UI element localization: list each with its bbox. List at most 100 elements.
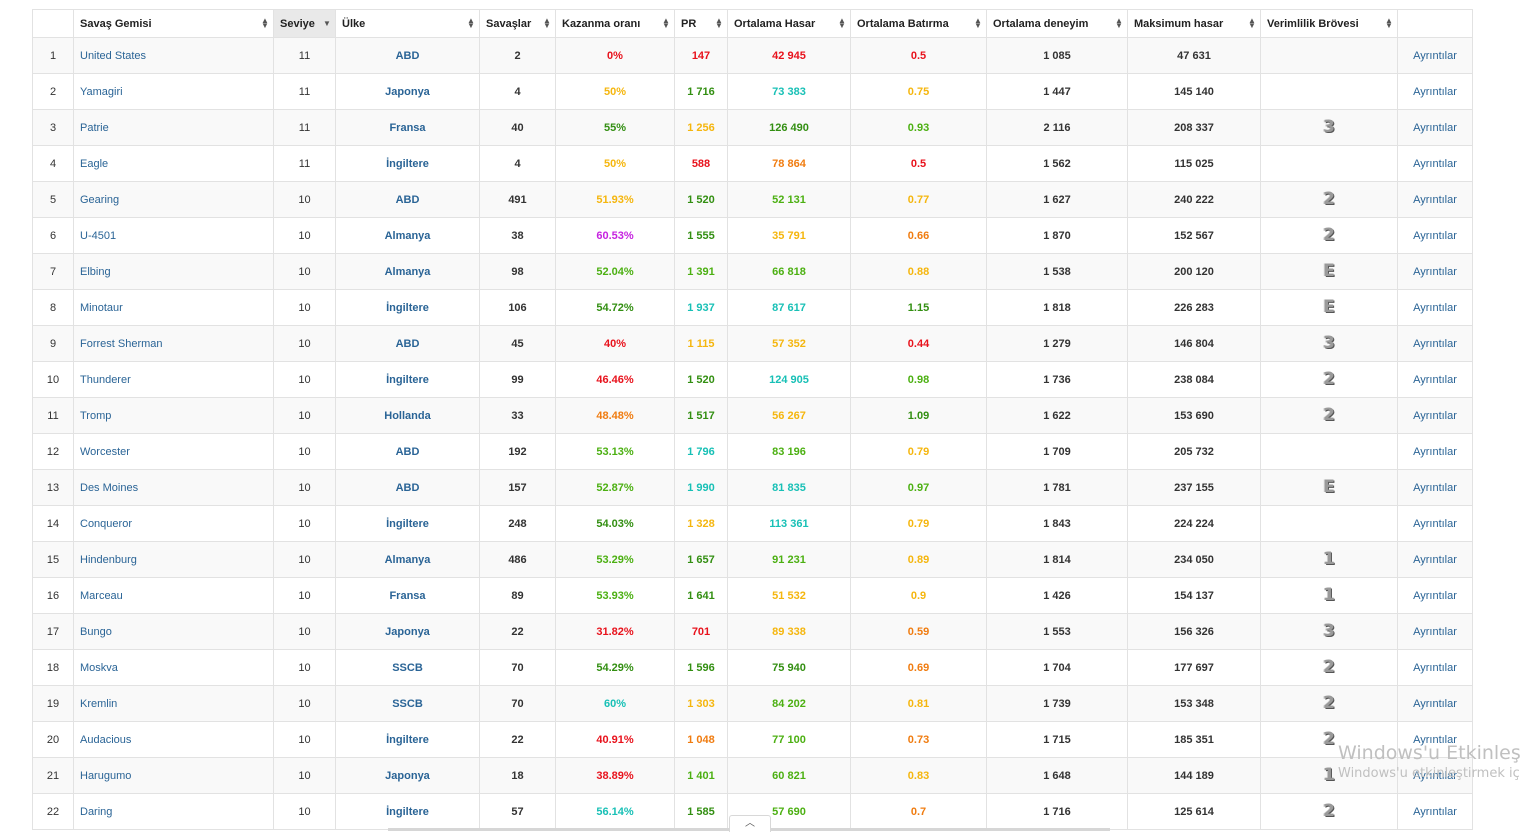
ship-name-link[interactable]: Audacious bbox=[73, 721, 274, 758]
ship-name-link[interactable]: Thunderer bbox=[73, 361, 274, 398]
ship-name-link[interactable]: Daring bbox=[73, 793, 274, 830]
ship-name-link[interactable]: Moskva bbox=[73, 649, 274, 686]
details-link[interactable]: Ayrıntılar bbox=[1397, 397, 1473, 434]
avg-xp-cell: 2 116 bbox=[986, 109, 1128, 146]
pr-cell: 1 585 bbox=[674, 793, 728, 830]
watermark-title: Windows'u Etkinleştir bbox=[1338, 742, 1521, 764]
avg-damage-cell: 89 338 bbox=[727, 613, 851, 650]
battles-cell: 89 bbox=[479, 577, 556, 614]
details-link[interactable]: Ayrıntılar bbox=[1397, 217, 1473, 254]
mastery-badge-cell: E bbox=[1260, 253, 1398, 290]
details-link[interactable]: Ayrıntılar bbox=[1397, 541, 1473, 578]
details-link[interactable]: Ayrıntılar bbox=[1397, 109, 1473, 146]
max-damage-cell: 185 351 bbox=[1127, 721, 1261, 758]
col-ship-header[interactable]: Savaş Gemisi ▲ ▼ bbox=[73, 9, 274, 38]
scroll-to-top-button[interactable]: ︿ bbox=[729, 815, 771, 832]
battles-cell: 57 bbox=[479, 793, 556, 830]
max-damage-cell: 208 337 bbox=[1127, 109, 1261, 146]
battles-cell: 70 bbox=[479, 649, 556, 686]
pr-cell: 1 641 bbox=[674, 577, 728, 614]
details-link[interactable]: Ayrıntılar bbox=[1397, 649, 1473, 686]
avg-damage-cell: 91 231 bbox=[727, 541, 851, 578]
details-link[interactable]: Ayrıntılar bbox=[1397, 253, 1473, 290]
details-link[interactable]: Ayrıntılar bbox=[1397, 325, 1473, 362]
avg-xp-cell: 1 870 bbox=[986, 217, 1128, 254]
avg-damage-cell: 51 532 bbox=[727, 577, 851, 614]
ship-name-link[interactable]: United States bbox=[73, 37, 274, 74]
details-link[interactable]: Ayrıntılar bbox=[1397, 613, 1473, 650]
ship-name-link[interactable]: Bungo bbox=[73, 613, 274, 650]
ship-name-link[interactable]: Conqueror bbox=[73, 505, 274, 542]
max-damage-cell: 145 140 bbox=[1127, 73, 1261, 110]
col-avg-kills-header[interactable]: Ortalama Batırma ▲ ▼ bbox=[850, 9, 987, 38]
row-index: 14 bbox=[32, 505, 74, 542]
ship-name-link[interactable]: Yamagiri bbox=[73, 73, 274, 110]
sort-desc-icon: ▼ bbox=[323, 19, 331, 28]
pr-cell: 1 391 bbox=[674, 253, 728, 290]
details-link[interactable]: Ayrıntılar bbox=[1397, 577, 1473, 614]
battles-cell: 45 bbox=[479, 325, 556, 362]
ship-name-link[interactable]: Elbing bbox=[73, 253, 274, 290]
col-max-damage-header[interactable]: Maksimum hasar ▲ ▼ bbox=[1127, 9, 1261, 38]
row-index: 5 bbox=[32, 181, 74, 218]
pr-cell: 1 520 bbox=[674, 361, 728, 398]
max-damage-cell: 238 084 bbox=[1127, 361, 1261, 398]
ship-name-link[interactable]: Eagle bbox=[73, 145, 274, 182]
col-battles-header[interactable]: Savaşlar ▲ ▼ bbox=[479, 9, 556, 38]
ship-name-link[interactable]: Gearing bbox=[73, 181, 274, 218]
col-mastery-badge-header[interactable]: Verimlilik Brövesi ▲ ▼ bbox=[1260, 9, 1398, 38]
details-link[interactable]: Ayrıntılar bbox=[1397, 505, 1473, 542]
avg-damage-cell: 81 835 bbox=[727, 469, 851, 506]
max-damage-cell: 240 222 bbox=[1127, 181, 1261, 218]
ships-table: Savaş Gemisi ▲ ▼ Seviye ▼ Ülke ▲ ▼ Savaşlar ▲ ▼… bbox=[32, 9, 1473, 830]
col-pr-header[interactable]: PR ▲ ▼ bbox=[674, 9, 728, 38]
ship-name-link[interactable]: Hindenburg bbox=[73, 541, 274, 578]
details-link[interactable]: Ayrıntılar bbox=[1397, 73, 1473, 110]
col-avg-damage-header[interactable]: Ortalama Hasar ▲ ▼ bbox=[727, 9, 851, 38]
details-link[interactable]: Ayrıntılar bbox=[1397, 181, 1473, 218]
ship-name-link[interactable]: Harugumo bbox=[73, 757, 274, 794]
details-link[interactable]: Ayrıntılar bbox=[1397, 145, 1473, 182]
ship-name-link[interactable]: Minotaur bbox=[73, 289, 274, 326]
row-index: 20 bbox=[32, 721, 74, 758]
pr-cell: 1 716 bbox=[674, 73, 728, 110]
col-tier-header[interactable]: Seviye ▼ bbox=[273, 9, 336, 38]
ship-name-link[interactable]: Worcester bbox=[73, 433, 274, 470]
details-link[interactable]: Ayrıntılar bbox=[1397, 685, 1473, 722]
ship-name-link[interactable]: Tromp bbox=[73, 397, 274, 434]
mastery-badge-icon: 2 bbox=[1323, 729, 1335, 749]
avg-kills-cell: 0.98 bbox=[850, 361, 987, 398]
winrate-cell: 50% bbox=[555, 145, 675, 182]
mastery-badge-cell bbox=[1260, 37, 1398, 74]
avg-kills-cell: 0.79 bbox=[850, 505, 987, 542]
col-nation-header[interactable]: Ülke ▲ ▼ bbox=[335, 9, 480, 38]
col-winrate-header[interactable]: Kazanma oranı ▲ ▼ bbox=[555, 9, 675, 38]
tier-cell: 10 bbox=[273, 613, 336, 650]
tier-cell: 10 bbox=[273, 541, 336, 578]
details-link[interactable]: Ayrıntılar bbox=[1397, 37, 1473, 74]
ship-name-link[interactable]: Kremlin bbox=[73, 685, 274, 722]
battles-cell: 38 bbox=[479, 217, 556, 254]
ship-name-link[interactable]: U-4501 bbox=[73, 217, 274, 254]
details-link[interactable]: Ayrıntılar bbox=[1397, 361, 1473, 398]
tier-cell: 10 bbox=[273, 217, 336, 254]
mastery-badge-icon: 3 bbox=[1323, 621, 1335, 641]
tier-cell: 10 bbox=[273, 469, 336, 506]
col-avg-xp-header[interactable]: Ortalama deneyim ▲ ▼ bbox=[986, 9, 1128, 38]
details-link[interactable]: Ayrıntılar bbox=[1397, 433, 1473, 470]
details-link[interactable]: Ayrıntılar bbox=[1397, 289, 1473, 326]
ship-name-link[interactable]: Des Moines bbox=[73, 469, 274, 506]
table-row: 11 Tromp 10 Hollanda 33 48.48% 1 517 56 267 1.09… bbox=[32, 397, 1473, 434]
ship-name-link[interactable]: Marceau bbox=[73, 577, 274, 614]
mastery-badge-cell: 1 bbox=[1260, 577, 1398, 614]
ship-name-link[interactable]: Forrest Sherman bbox=[73, 325, 274, 362]
max-damage-cell: 153 690 bbox=[1127, 397, 1261, 434]
pr-cell: 1 048 bbox=[674, 721, 728, 758]
tier-cell: 10 bbox=[273, 505, 336, 542]
details-link[interactable]: Ayrıntılar bbox=[1397, 793, 1473, 830]
details-link[interactable]: Ayrıntılar bbox=[1397, 469, 1473, 506]
pr-cell: 1 303 bbox=[674, 685, 728, 722]
avg-kills-cell: 0.5 bbox=[850, 37, 987, 74]
battles-cell: 106 bbox=[479, 289, 556, 326]
ship-name-link[interactable]: Patrie bbox=[73, 109, 274, 146]
